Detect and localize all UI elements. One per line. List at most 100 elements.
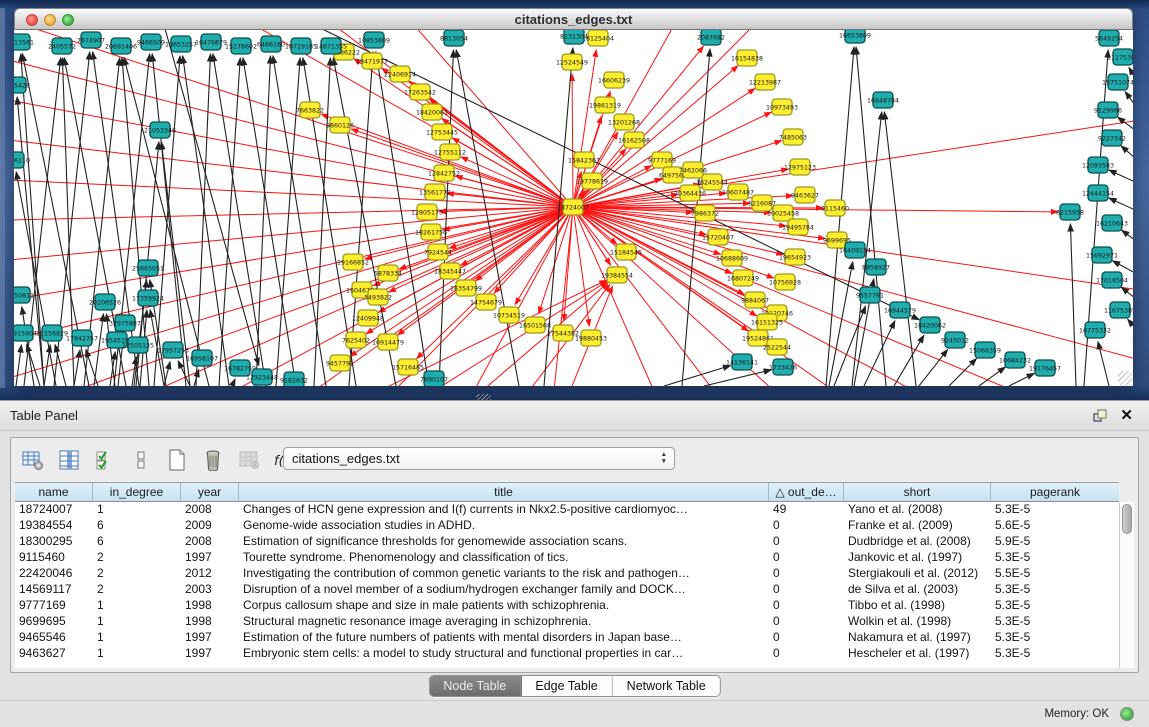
table-cell: 18724007 (15, 502, 93, 518)
close-panel-icon[interactable]: ✕ (1120, 406, 1133, 424)
graph-node-label: 12975123 (784, 164, 816, 171)
graph-node-label: 14671355 (315, 43, 347, 50)
column-header-pagerank[interactable]: pagerank (991, 483, 1119, 501)
column-header-out-degree-sorted[interactable]: △ out_de… (769, 483, 844, 501)
column-visibility-button[interactable] (55, 447, 82, 474)
delete-table-button[interactable] (199, 447, 226, 474)
table-cell: 18300295 (15, 534, 93, 550)
column-header-name[interactable]: name (15, 483, 93, 501)
table-row[interactable]: 946554611997Estimation of the future num… (15, 630, 1119, 646)
zoom-window-button[interactable] (62, 14, 74, 26)
graph-node-label: 19471977 (356, 58, 388, 65)
graph-node-label: 15751074 (1102, 79, 1133, 86)
graph-node-label: 1733426 (769, 364, 797, 371)
graph-edge (232, 379, 235, 386)
table-cell: Yano et al. (2008) (844, 502, 991, 518)
table-row[interactable]: 946362711997Embryonic stem cells: a mode… (15, 646, 1119, 662)
table-cell: 2003 (181, 582, 239, 598)
column-header-year[interactable]: year (181, 483, 239, 501)
network-window[interactable]: citations_edges.txt 18724007193845541518… (14, 8, 1133, 386)
table-panel-header: Table Panel ✕ (0, 401, 1149, 431)
graph-node-label: 16958107 (186, 355, 218, 362)
graph-node-label: 25665051 (132, 265, 164, 272)
graph-node-label: 16775332 (1079, 327, 1111, 334)
table-row[interactable]: 1872400712008Changes of HCN gene express… (15, 502, 1119, 518)
column-header-short[interactable]: short (844, 483, 991, 501)
graph-node-label: 13561772 (419, 189, 451, 196)
table-cell: 0 (769, 518, 844, 534)
graph-edge (14, 207, 573, 220)
table-cell: 0 (769, 566, 844, 582)
import-table-button[interactable] (235, 447, 262, 474)
graph-node-label: 16807249 (727, 275, 759, 282)
graph-node-label: 16245544 (696, 179, 728, 186)
graph-node-label: 21053346 (144, 127, 176, 134)
tab-network-table[interactable]: Network Table (613, 676, 720, 696)
select-all-columns-button[interactable] (91, 447, 118, 474)
table-body: 1872400712008Changes of HCN gene express… (15, 502, 1119, 668)
tab-edge-table[interactable]: Edge Table (521, 676, 612, 696)
desktop-left-highlight (0, 8, 5, 388)
minimize-window-button[interactable] (44, 14, 56, 26)
close-window-button[interactable] (26, 14, 38, 26)
tab-node-table[interactable]: Node Table (429, 676, 521, 696)
table-cell: 5.5E-5 (991, 566, 1119, 582)
table-cell: 9465546 (15, 630, 93, 646)
table-mode-button[interactable] (19, 447, 46, 474)
float-panel-icon[interactable] (1093, 409, 1107, 428)
graph-edge (1109, 198, 1133, 210)
graph-node-label: 12505135 (122, 342, 154, 349)
graph-node-label: 15184545 (610, 249, 642, 256)
graph-node-label: 7690107 (420, 376, 448, 383)
graph-node-label: 7924544 (424, 249, 452, 256)
graph-node-label: 19166852 (337, 259, 369, 266)
graph-edge (1121, 146, 1133, 158)
graph-node-label: 16476879 (195, 39, 227, 46)
graph-node-label: 8131304 (560, 33, 588, 40)
table-row[interactable]: 977716911998Corpus callosum shape and si… (15, 598, 1119, 614)
window-resize-grip[interactable] (1118, 371, 1132, 385)
graph-edge (884, 112, 916, 386)
graph-node-label: 9182632 (280, 377, 308, 384)
graph-node-label: 9860126 (326, 122, 354, 129)
graph-node-label: 18345447 (434, 268, 466, 275)
table-cell: 2 (93, 566, 181, 582)
table-select[interactable]: citations_edges.txt ▲▼ (283, 447, 675, 470)
table-cell: 1998 (181, 598, 239, 614)
graph-edge (1009, 373, 1034, 386)
table-browser: f(x) citations_edges.txt ▲▼ name in_degr… (10, 437, 1139, 673)
network-window-titlebar[interactable]: citations_edges.txt (14, 8, 1133, 30)
graph-node-label: 10973493 (766, 104, 798, 111)
graph-node-label: 19176457 (1029, 365, 1061, 372)
graph-edge (572, 74, 573, 207)
table-header-row: name in_degree year title △ out_de… shor… (15, 482, 1119, 502)
network-window-title: citations_edges.txt (15, 9, 1132, 30)
table-row[interactable]: 1938455462009Genome-wide association stu… (15, 518, 1119, 534)
table-cell: 1998 (181, 614, 239, 630)
row-height-button[interactable] (127, 447, 154, 474)
graph-node-label: 20691406 (105, 43, 137, 50)
table-row[interactable]: 969969511998Structural magnetic resonanc… (15, 614, 1119, 630)
graph-node-label: 32975887 (109, 320, 141, 327)
table-row[interactable]: 1456911722003Disruption of a novel membe… (15, 582, 1119, 598)
graph-node-label: 10607487 (722, 189, 754, 196)
graph-node-label: 10734519 (493, 312, 525, 319)
select-arrows-icon: ▲▼ (661, 452, 667, 465)
column-header-in-degree[interactable]: in_degree (93, 483, 181, 501)
graph-edge (979, 367, 1005, 386)
column-header-title[interactable]: title (239, 483, 769, 501)
graph-node-label: 7462066 (679, 167, 707, 174)
table-row[interactable]: 911546021997Tourette syndrome. Phenomeno… (15, 550, 1119, 566)
network-canvas[interactable]: 1872400719384554151845451812540412524549… (14, 30, 1133, 386)
scrollbar-thumb[interactable] (1122, 504, 1132, 534)
table-vertical-scrollbar[interactable] (1119, 502, 1134, 668)
table-row[interactable]: 1830029562008Estimation of significance … (15, 534, 1119, 550)
table-cell: 0 (769, 614, 844, 630)
graph-node-label: 9850811 (14, 292, 34, 299)
table-row[interactable]: 2242004622012Investigating the contribut… (15, 566, 1119, 582)
create-table-button[interactable] (163, 447, 190, 474)
graph-node-label: 10719185 (285, 43, 317, 50)
graph-node-label: 22406914 (384, 71, 416, 78)
graph-node-label: 17942757 (66, 335, 98, 342)
table-cell: 5.3E-5 (991, 550, 1119, 566)
